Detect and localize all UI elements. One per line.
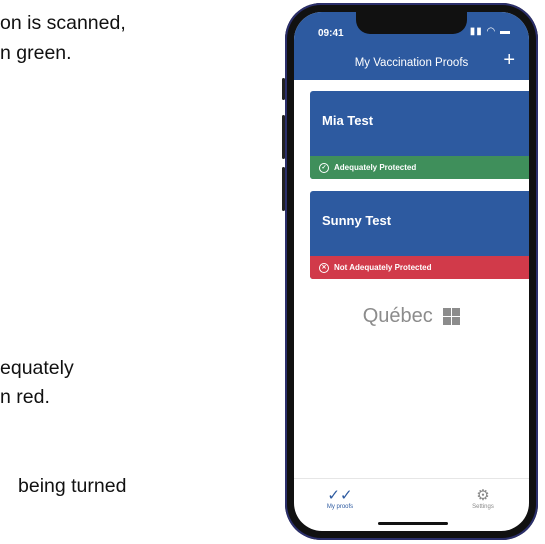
volume-up-button [282,115,285,159]
status-icons: ▮▮ ◠ ▬ [470,26,511,37]
status-bar-protected: ✓ Adequately Protected [310,156,529,179]
card-name: Mia Test [322,113,374,128]
slide-text-line-1: on is scanned, [0,12,126,34]
quebec-logo: Québec [294,305,529,328]
phone-frame: 09:41 ▮▮ ◠ ▬ My Vaccination Proofs + Mia… [282,3,538,540]
slide-text-line-4: n red. [0,386,50,408]
slide-text-line-2: n green. [0,42,72,64]
battery-icon: ▬ [500,26,511,37]
wifi-icon: ◠ [486,26,497,37]
card-name: Sunny Test [322,213,392,228]
status-label: Adequately Protected [334,163,417,172]
slide-text-line-3: equately [0,357,74,379]
status-bar-not-protected: ✕ Not Adequately Protected [310,256,529,279]
logo-text: Québec [362,305,433,327]
status-time: 09:41 [318,28,344,39]
tab-label: Settings [472,504,494,510]
phone-screen: 09:41 ▮▮ ◠ ▬ My Vaccination Proofs + Mia… [294,12,529,531]
slide-text-line-5: being turned [18,475,127,497]
x-circle-icon: ✕ [319,262,329,273]
check-circle-icon: ✓ [319,162,329,173]
page-title: My Vaccination Proofs [354,57,469,69]
proof-card-mia[interactable]: Mia Test ✓ Adequately Protected [310,91,529,179]
phone-notch [356,12,467,34]
mute-switch [282,78,285,100]
home-indicator[interactable] [378,522,448,525]
fleurdelise-icon [443,308,461,326]
double-check-icon: ✓✓ [327,487,353,504]
volume-down-button [282,167,285,211]
tab-my-proofs[interactable]: ✓✓ My proofs [310,487,370,510]
tab-settings[interactable]: ⚙ Settings [453,487,513,510]
app-header: 09:41 ▮▮ ◠ ▬ My Vaccination Proofs + [294,12,529,80]
tab-label: My proofs [326,504,354,510]
add-proof-button[interactable]: + [503,50,515,70]
gear-icon: ⚙ [476,487,490,504]
proof-card-sunny[interactable]: Sunny Test ✕ Not Adequately Protected [310,191,529,279]
signal-icon: ▮▮ [469,26,483,37]
status-label: Not Adequately Protected [334,263,432,272]
